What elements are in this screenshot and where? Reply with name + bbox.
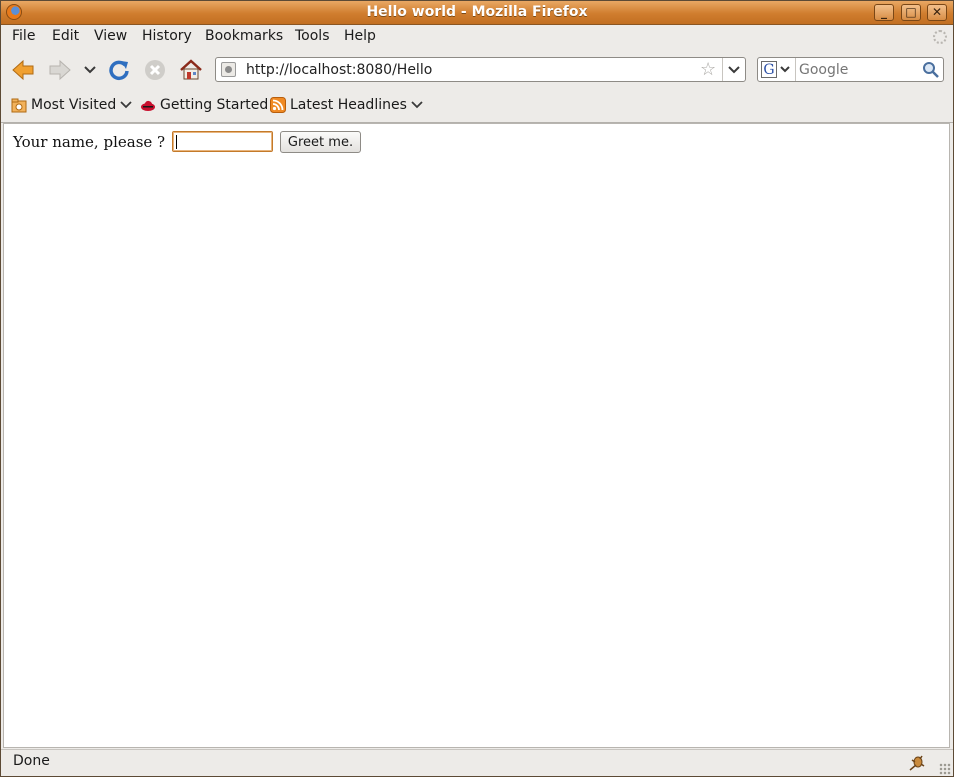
menu-bookmarks[interactable]: Bookmarks xyxy=(205,28,283,44)
home-icon[interactable] xyxy=(179,58,203,82)
search-engine-icon[interactable]: G xyxy=(761,61,777,78)
forward-icon xyxy=(48,58,72,82)
bookmark-latest-headlines[interactable]: Latest Headlines xyxy=(270,97,423,113)
site-identity-icon[interactable] xyxy=(221,62,236,77)
url-bar[interactable]: http://localhost:8080/Hello ☆ xyxy=(215,57,746,82)
search-input[interactable] xyxy=(799,62,919,78)
redhat-icon xyxy=(141,100,155,111)
history-dropdown-icon[interactable] xyxy=(79,58,101,82)
throbber-icon xyxy=(933,30,947,44)
bookmark-getting-started[interactable]: Getting Started xyxy=(140,97,268,113)
chevron-down-icon xyxy=(411,101,423,109)
bookmark-star-icon[interactable]: ☆ xyxy=(700,59,716,80)
text-caret xyxy=(176,135,177,149)
menu-file[interactable]: File xyxy=(12,28,35,44)
name-input[interactable] xyxy=(172,131,273,152)
menu-tools[interactable]: Tools xyxy=(295,28,330,44)
menu-help[interactable]: Help xyxy=(344,28,376,44)
page-content: Your name, please ? Greet me. xyxy=(3,123,950,748)
close-icon[interactable]: ✕ xyxy=(927,4,947,21)
url-dropdown-icon[interactable] xyxy=(722,58,745,81)
navigation-toolbar: http://localhost:8080/Hello ☆ G xyxy=(1,50,953,90)
reload-icon[interactable] xyxy=(107,58,131,82)
back-icon[interactable] xyxy=(11,58,35,82)
status-bar: Done xyxy=(1,749,953,776)
menu-history[interactable]: History xyxy=(142,28,192,44)
name-prompt: Your name, please ? xyxy=(13,133,166,151)
bookmark-label: Most Visited xyxy=(31,97,117,113)
chevron-down-icon xyxy=(120,101,132,109)
url-text[interactable]: http://localhost:8080/Hello xyxy=(246,62,432,78)
bookmarks-toolbar: Most Visited Getting Started Latest Head… xyxy=(1,90,953,123)
search-engine-dropdown-icon[interactable] xyxy=(779,61,791,81)
folder-icon xyxy=(11,98,27,112)
resize-grip-icon[interactable] xyxy=(939,763,951,775)
menu-bar: File Edit View History Bookmarks Tools H… xyxy=(1,25,953,49)
menu-view[interactable]: View xyxy=(94,28,127,44)
extension-icon[interactable] xyxy=(908,754,926,772)
search-bar[interactable]: G xyxy=(757,57,944,82)
bookmark-most-visited[interactable]: Most Visited xyxy=(11,97,132,113)
search-divider xyxy=(795,58,796,81)
maximize-icon[interactable]: □ xyxy=(901,4,921,21)
browser-window: Hello world - Mozilla Firefox _ □ ✕ File… xyxy=(0,0,954,777)
window-title: Hello world - Mozilla Firefox xyxy=(366,4,588,20)
status-text: Done xyxy=(13,753,50,769)
bookmark-label: Latest Headlines xyxy=(290,97,407,113)
rss-feed-icon xyxy=(270,97,286,113)
greet-button[interactable]: Greet me. xyxy=(280,131,361,153)
menu-edit[interactable]: Edit xyxy=(52,28,79,44)
bookmark-label: Getting Started xyxy=(160,97,269,113)
title-bar: Hello world - Mozilla Firefox _ □ ✕ xyxy=(1,1,953,25)
search-go-icon[interactable] xyxy=(922,61,940,78)
minimize-icon[interactable]: _ xyxy=(874,4,894,21)
stop-icon xyxy=(143,58,167,82)
